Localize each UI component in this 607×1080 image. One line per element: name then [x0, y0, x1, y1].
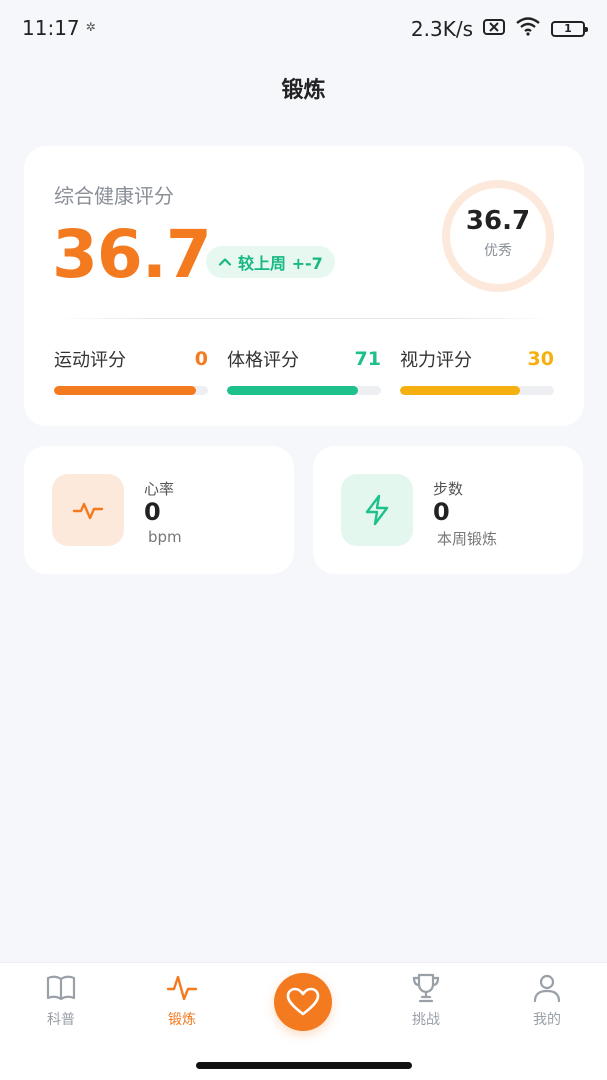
metric-value: 0 — [433, 498, 450, 526]
status-bar: 11:17 ✲ 2.3K/s 1 — [0, 0, 607, 56]
progress-track — [400, 386, 554, 395]
progress-track — [227, 386, 381, 395]
score-label: 综合健康评分 — [54, 184, 174, 208]
sub-score-name: 视力评分 — [400, 350, 472, 371]
ring-value: 36.7 — [465, 206, 531, 236]
status-time: 11:17 — [22, 16, 80, 40]
sub-score-value: 30 — [527, 348, 554, 370]
heart-rate-card[interactable]: 心率 0 bpm — [24, 446, 294, 574]
score-value: 36.7 — [52, 216, 212, 293]
ring-chart — [442, 180, 554, 292]
nav-label: 我的 — [533, 1012, 561, 1028]
status-left: 11:17 ✲ — [22, 16, 96, 40]
page-title: 锻炼 — [281, 78, 326, 103]
home-indicator[interactable] — [196, 1062, 412, 1069]
nav-label: 科普 — [47, 1012, 75, 1028]
book-icon — [46, 975, 76, 1001]
chevron-up-icon — [218, 258, 232, 266]
progress-fill — [400, 386, 521, 395]
metric-label: 步数 — [433, 480, 464, 498]
health-score-card[interactable]: 综合健康评分 36.7 较上周 +-7 36.7 优秀 运动评分 0 体格评分 … — [24, 146, 584, 426]
wifi-icon — [515, 16, 541, 41]
steps-card[interactable]: 步数 0 本周锻炼 — [313, 446, 583, 574]
no-sim-icon — [483, 17, 505, 41]
battery-level: 1 — [564, 22, 572, 35]
metric-value: 0 — [144, 498, 161, 526]
lightning-icon — [341, 474, 413, 546]
nav-item-challenge[interactable]: 挑战 — [386, 971, 466, 1029]
battery-icon: 1 — [551, 20, 588, 37]
trend-badge: 较上周 +-7 — [206, 246, 335, 278]
nav-item-exercise[interactable]: 锻炼 — [142, 971, 222, 1029]
progress-fill — [227, 386, 358, 395]
progress-fill — [54, 386, 196, 395]
nav-label: 锻炼 — [168, 1012, 196, 1028]
sub-score-physique: 体格评分 71 — [227, 346, 381, 395]
sub-score-exercise: 运动评分 0 — [54, 346, 208, 395]
sub-score-name: 体格评分 — [227, 350, 299, 371]
trend-text: 较上周 +-7 — [238, 254, 323, 273]
heart-icon — [286, 987, 320, 1016]
divider — [54, 318, 554, 319]
network-speed: 2.3K/s — [410, 16, 473, 41]
trophy-icon — [412, 973, 440, 1003]
metric-unit: 本周锻炼 — [437, 530, 498, 548]
user-icon — [533, 974, 561, 1003]
nav-item-science[interactable]: 科普 — [21, 971, 101, 1029]
progress-track — [54, 386, 208, 395]
pulse-icon — [166, 975, 198, 1001]
gear-icon: ✲ — [85, 20, 96, 34]
sub-score-vision: 视力评分 30 — [400, 346, 554, 395]
sub-score-name: 运动评分 — [54, 350, 126, 371]
nav-item-profile[interactable]: 我的 — [507, 971, 587, 1029]
heartbeat-icon — [52, 474, 124, 546]
sub-score-value: 71 — [354, 348, 381, 370]
ring-level: 优秀 — [484, 243, 512, 259]
sub-score-value: 0 — [194, 348, 208, 370]
status-right: 2.3K/s 1 — [410, 16, 588, 41]
center-heart-button[interactable] — [274, 973, 332, 1031]
metric-unit: bpm — [148, 528, 182, 546]
metric-label: 心率 — [144, 480, 175, 498]
nav-label: 挑战 — [412, 1012, 440, 1028]
score-ring: 36.7 优秀 — [440, 178, 556, 294]
